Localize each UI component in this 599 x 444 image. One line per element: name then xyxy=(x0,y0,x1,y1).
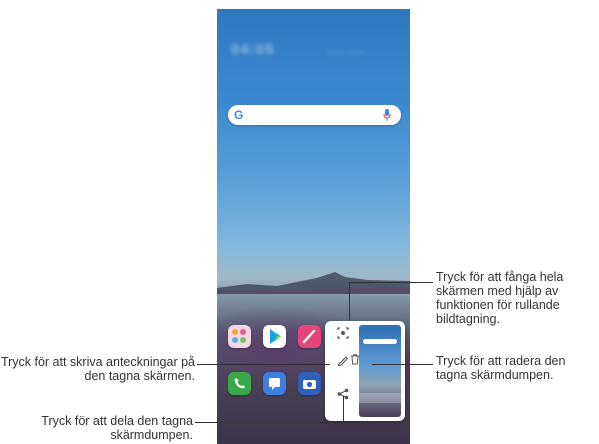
callout-capture-scroll: Tryck för att fånga hela skärmen med hjä… xyxy=(436,270,564,326)
google-search-bar[interactable]: G xyxy=(228,105,401,125)
scroll-capture-icon[interactable] xyxy=(336,326,350,340)
leader-line-share-vertical xyxy=(343,396,344,423)
camera-app-icon[interactable] xyxy=(298,372,321,395)
phone-app-icon[interactable] xyxy=(228,372,251,395)
leader-line-capture xyxy=(349,282,433,283)
screenshot-thumbnail[interactable] xyxy=(359,325,401,417)
capture-toolbar-popup xyxy=(325,321,405,421)
leader-line-capture-vertical xyxy=(349,282,350,320)
google-logo-icon: G xyxy=(234,108,244,122)
home-screen: 04:05 —— —— G xyxy=(217,9,410,444)
background-mountains xyxy=(217,272,410,294)
weather-widget: —— —— xyxy=(327,47,366,57)
gallery-app-icon[interactable] xyxy=(228,325,251,348)
edit-pen-icon[interactable] xyxy=(336,353,350,367)
trash-icon[interactable] xyxy=(349,353,361,365)
phone-frame: 04:05 —— —— G xyxy=(213,0,414,444)
callout-write-notes: Tryck för att skriva anteckningar på den… xyxy=(0,355,195,383)
leader-line-notes xyxy=(197,364,330,365)
messages-app-icon[interactable] xyxy=(263,372,286,395)
leader-line-delete xyxy=(372,364,433,365)
qslide-pen-icon[interactable] xyxy=(298,325,321,348)
leader-line-share xyxy=(195,422,344,423)
clock-widget: 04:05 xyxy=(231,41,275,58)
mic-icon[interactable] xyxy=(383,109,391,121)
play-store-icon[interactable] xyxy=(263,325,286,348)
callout-share: Tryck för att dela den tagna skärmdumpen… xyxy=(41,414,193,442)
callout-delete: Tryck för att radera den tagna skärmdump… xyxy=(436,354,566,382)
